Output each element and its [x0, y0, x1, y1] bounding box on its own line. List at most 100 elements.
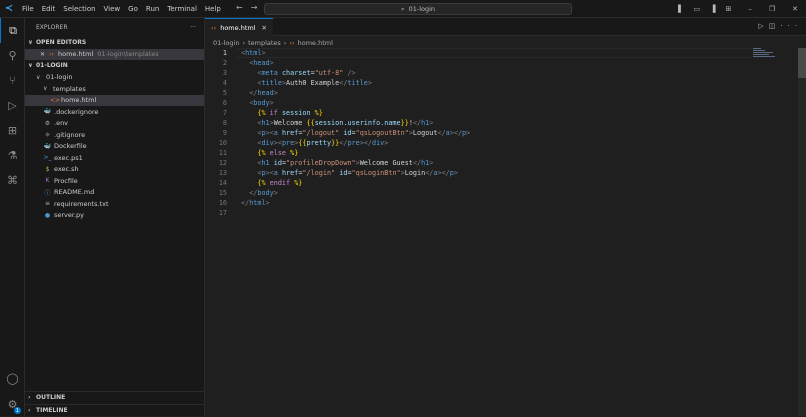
- line-number: 7: [222, 109, 227, 117]
- tree-item[interactable]: ∨ templates: [25, 83, 204, 95]
- line-number: 4: [222, 79, 227, 87]
- file-icon: <>: [50, 96, 61, 104]
- tree-item[interactable]: ∨ 01-login: [25, 72, 204, 84]
- tree-item-label: requirements.txt: [54, 199, 109, 208]
- minimize-button[interactable]: –: [748, 5, 752, 13]
- python-icon[interactable]: ⌘: [0, 168, 25, 193]
- tree-item[interactable]: ◆ .gitignore: [25, 129, 204, 141]
- line-number: 11: [218, 149, 227, 157]
- outline-section[interactable]: › OUTLINE: [25, 392, 205, 404]
- open-editors-section[interactable]: ∨ OPEN EDITORS: [25, 37, 204, 49]
- customize-layout-icon[interactable]: ⊞: [725, 5, 731, 13]
- menu-terminal[interactable]: Terminal: [167, 5, 197, 13]
- close-window-button[interactable]: ✕: [792, 5, 798, 13]
- toggle-secondary-sidebar-icon[interactable]: ▐: [710, 5, 715, 13]
- open-editor-item[interactable]: ✕ ‹› home.html 01-login\templates: [25, 48, 204, 60]
- code-line: <h1 id="profileDropDown">Welcome Guest</…: [241, 158, 433, 168]
- tree-item-label: .dockerignore: [54, 107, 99, 116]
- code-token: h1: [261, 119, 270, 127]
- code-token: meta: [261, 69, 278, 77]
- settings-gear-icon[interactable]: ⚙ 1: [0, 392, 25, 417]
- menu-help[interactable]: Help: [205, 5, 221, 13]
- tree-item[interactable]: <> home.html: [25, 94, 204, 106]
- tree-item[interactable]: 🐳 Dockerfile: [25, 141, 204, 153]
- code-token: >: [269, 99, 274, 107]
- tree-item[interactable]: 🐳 .dockerignore: [25, 106, 204, 118]
- tree-item-label: Dockerfile: [54, 142, 87, 151]
- minimap[interactable]: [753, 48, 777, 62]
- code-token: >: [429, 119, 434, 127]
- extensions-icon[interactable]: ⊞: [0, 118, 25, 143]
- tree-item[interactable]: >_ exec.ps1: [25, 152, 204, 164]
- breadcrumb-item[interactable]: templates: [248, 39, 281, 47]
- line-number: 16: [218, 199, 227, 207]
- code-token: html: [245, 49, 262, 57]
- code-token: {%: [257, 149, 266, 157]
- code-token: >: [273, 189, 278, 197]
- tree-item-label: exec.sh: [54, 165, 79, 174]
- tree-item[interactable]: ⓘ README.md: [25, 187, 204, 199]
- explorer-icon[interactable]: ⧉: [0, 18, 25, 43]
- chevron-right-icon: ›: [28, 394, 31, 402]
- toggle-sidebar-icon[interactable]: ▌: [678, 5, 683, 13]
- command-center-search[interactable]: ⌕ 01-login: [264, 3, 572, 15]
- more-actions-icon[interactable]: ···: [780, 22, 802, 30]
- nav-arrows: ←→: [236, 3, 265, 12]
- code-token: href: [281, 129, 299, 137]
- code-token: }}: [400, 119, 409, 127]
- run-icon[interactable]: ▷: [758, 22, 768, 30]
- menu-run[interactable]: Run: [146, 5, 159, 13]
- more-actions-icon[interactable]: ···: [190, 24, 196, 31]
- menu-selection[interactable]: Selection: [63, 5, 95, 13]
- source-control-icon[interactable]: ⑂: [0, 68, 25, 93]
- testing-icon[interactable]: ⚗: [0, 143, 25, 168]
- code-token: ><: [273, 139, 282, 147]
- close-icon[interactable]: ✕: [38, 51, 47, 58]
- line-number: 5: [222, 89, 227, 97]
- code-line: </body>: [241, 188, 278, 198]
- toggle-panel-icon[interactable]: ▭: [693, 5, 700, 13]
- run-debug-icon[interactable]: ▷: [0, 93, 25, 118]
- code-token: Logout: [412, 129, 438, 137]
- split-editor-icon[interactable]: ◫: [769, 22, 781, 30]
- code-token: charset: [281, 69, 311, 77]
- html-file-icon: ‹›: [289, 38, 295, 47]
- tab-home-html[interactable]: ‹› home.html ✕: [205, 18, 273, 36]
- breadcrumb-item[interactable]: home.html: [298, 39, 333, 47]
- editor-scrollbar[interactable]: [798, 48, 806, 416]
- code-token: %}: [294, 179, 303, 187]
- code-token: ></: [437, 169, 450, 177]
- breadcrumb-item[interactable]: 01-login: [213, 39, 239, 47]
- tree-item[interactable]: ⚙ .env: [25, 118, 204, 130]
- restore-button[interactable]: ❐: [769, 5, 775, 13]
- back-icon[interactable]: ←: [236, 3, 251, 12]
- code-token: Welcome Guest: [359, 159, 413, 167]
- code-token: endif: [265, 179, 295, 187]
- menu-file[interactable]: File: [22, 5, 34, 13]
- tree-item-label: exec.ps1: [54, 153, 83, 162]
- tree-item[interactable]: ● server.py: [25, 210, 204, 222]
- tree-item-label: .gitignore: [54, 130, 86, 139]
- account-icon[interactable]: ◯: [0, 366, 25, 391]
- folder-section-01-login[interactable]: ∨ 01-LOGIN: [25, 60, 204, 72]
- tree-item[interactable]: ≡ requirements.txt: [25, 198, 204, 210]
- code-line: <p><a href="/login" id="qsLoginBtn">Logi…: [241, 168, 458, 178]
- timeline-section[interactable]: › TIMELINE: [25, 405, 205, 417]
- code-line: <div><pre>{{pretty}}</pre></div>: [241, 138, 388, 148]
- code-token: session: [281, 109, 311, 117]
- search-view-icon[interactable]: ⚲: [0, 43, 25, 68]
- file-icon: $: [45, 165, 50, 173]
- code-line: <p><a href="/logout" id="qsLogoutBtn">Lo…: [241, 128, 470, 138]
- code-token: div: [372, 139, 385, 147]
- editor-area: ‹› home.html ✕ ▷◫··· 01-login › templates › …: [205, 18, 806, 416]
- menu-go[interactable]: Go: [128, 5, 138, 13]
- code-token: >: [261, 49, 266, 57]
- tree-item[interactable]: K Procfile: [25, 175, 204, 187]
- tree-item[interactable]: $ exec.sh: [25, 164, 204, 176]
- menu-view[interactable]: View: [104, 5, 121, 13]
- menu-edit[interactable]: Edit: [42, 5, 56, 13]
- close-tab-icon[interactable]: ✕: [262, 24, 267, 32]
